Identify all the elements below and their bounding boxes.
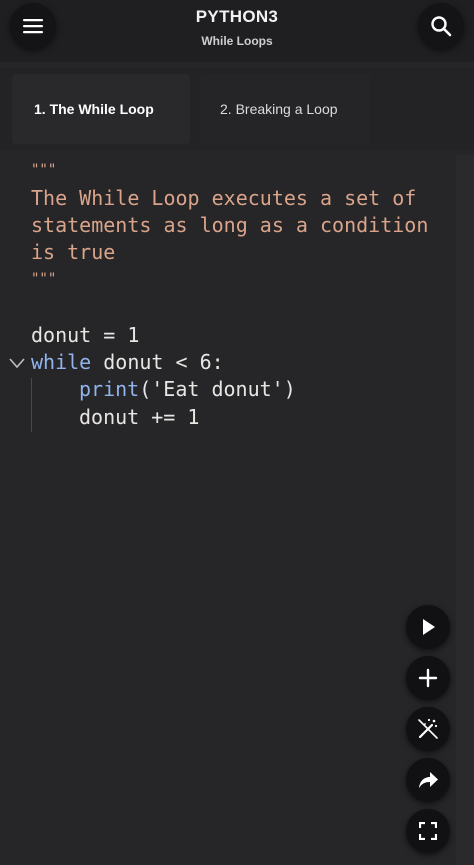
- docstring-line: The While Loop executes a set of: [31, 186, 417, 210]
- code-line-increment: donut += 1: [79, 405, 200, 429]
- indent-guide: [31, 378, 32, 432]
- fullscreen-icon: [419, 822, 437, 840]
- code-line-print: print('Eat donut'): [79, 376, 296, 403]
- magic-wand-icon: [418, 718, 438, 739]
- tab-breaking-a-loop[interactable]: 2. Breaking a Loop: [200, 74, 370, 144]
- fullscreen-button[interactable]: [406, 809, 450, 853]
- lesson-subtitle: While Loops: [201, 34, 273, 48]
- magic-button[interactable]: [406, 707, 450, 751]
- search-icon: [431, 16, 452, 37]
- run-button[interactable]: [406, 605, 450, 649]
- lesson-tabs: 1. The While Loop 2. Breaking a Loop: [0, 68, 474, 150]
- search-button[interactable]: [418, 3, 464, 49]
- docstring-line: is true: [31, 240, 116, 264]
- app-title: PYTHON3: [195, 7, 279, 26]
- while-condition: donut < 6:: [91, 350, 224, 374]
- app-header: PYTHON3 While Loops: [0, 0, 474, 62]
- plus-icon: [418, 668, 438, 688]
- code-line-while: while donut < 6:: [31, 349, 224, 376]
- function-print: print: [79, 377, 140, 401]
- fold-chevron-icon[interactable]: [8, 356, 26, 370]
- share-button[interactable]: [406, 758, 450, 802]
- docstring-open: """: [31, 162, 57, 178]
- print-argument: ('Eat donut'): [139, 377, 296, 401]
- tab-label: 1. The While Loop: [34, 101, 154, 117]
- docstring-line: statements as long as a condition: [31, 213, 429, 237]
- editor-scrollbar[interactable]: [456, 155, 474, 865]
- tab-the-while-loop[interactable]: 1. The While Loop: [12, 74, 190, 144]
- add-button[interactable]: [406, 656, 450, 700]
- share-arrow-icon: [419, 772, 438, 788]
- keyword-while: while: [31, 350, 92, 374]
- play-icon: [423, 619, 435, 635]
- code-line-assign: donut = 1: [31, 323, 140, 347]
- tab-label: 2. Breaking a Loop: [220, 101, 338, 117]
- docstring-close: """: [31, 271, 57, 287]
